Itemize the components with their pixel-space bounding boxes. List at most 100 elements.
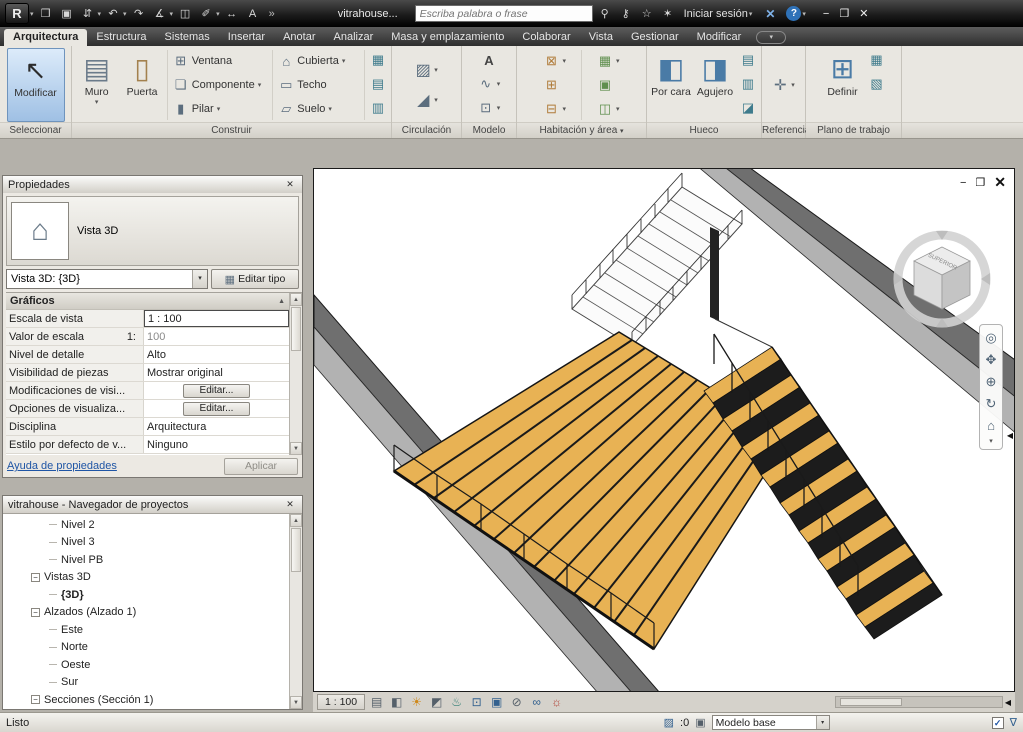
properties-title-bar[interactable]: Propiedades ✕	[3, 176, 302, 193]
sign-in-arrow-icon[interactable]: ▾	[749, 10, 753, 18]
edit-button[interactable]: Editar...	[183, 384, 251, 398]
visor-plano-icon[interactable]: ▧	[866, 72, 888, 96]
tab-modificar[interactable]: Modificar	[688, 29, 751, 46]
property-value[interactable]: Ninguno	[144, 436, 289, 453]
visual-style-icon[interactable]: ◧	[388, 695, 405, 709]
ribbon-display-toggle[interactable]: ▾	[756, 31, 786, 44]
scrollbar-collapse-icon[interactable]: ◀	[1007, 431, 1013, 440]
tree-item-3d[interactable]: {3D}	[3, 586, 289, 604]
tree-item-nivel-pb[interactable]: Nivel PB	[3, 551, 289, 569]
tab-colaborar[interactable]: Colaborar	[513, 29, 579, 46]
barandilla-button[interactable]: ▨ ▾	[412, 58, 441, 82]
reveal-hidden-icon[interactable]: ☼	[548, 695, 565, 709]
muro-button[interactable]: ▤ Muro ▾	[74, 48, 119, 122]
collapse-icon[interactable]: −	[31, 608, 40, 617]
scroll-down-icon[interactable]: ▼	[290, 696, 302, 709]
tree-item-nivel-2[interactable]: Nivel 2	[3, 516, 289, 534]
curtain-grid-icon[interactable]: ▤	[367, 72, 389, 96]
section-icon[interactable]: ◫	[176, 5, 194, 23]
dimension-icon[interactable]: ↔	[223, 5, 241, 23]
key-icon[interactable]: ⚷	[617, 5, 635, 23]
pan-icon[interactable]: ✥	[980, 349, 1002, 371]
view-close-button[interactable]: ✕	[994, 174, 1006, 191]
sparkle-icon[interactable]: ✶	[659, 5, 677, 23]
nav-wheel-icon[interactable]: ◎	[980, 327, 1002, 349]
binoculars-icon[interactable]: ⚲	[596, 5, 614, 23]
dropdown-arrow-icon[interactable]: ▾	[616, 57, 620, 65]
definir-button[interactable]: ⊞ Definir	[820, 48, 866, 122]
hueco-buhardilla-icon[interactable]: ◪	[737, 96, 759, 120]
search-input[interactable]	[415, 5, 593, 22]
tree-item-alzados[interactable]: − Alzados (Alzado 1)	[3, 604, 289, 622]
tab-vista[interactable]: Vista	[580, 29, 622, 46]
tree-item-este[interactable]: Este	[3, 621, 289, 639]
exchange-apps-icon[interactable]: ✕	[765, 7, 775, 21]
show-rendering-icon[interactable]: ♨	[448, 695, 465, 709]
panel-label-construir[interactable]: Construir	[72, 122, 391, 138]
dropdown-arrow-icon[interactable]: ▾	[95, 98, 99, 106]
pilar-button[interactable]: ▮ Pilar ▾	[170, 97, 271, 121]
combo-arrow-icon[interactable]: ▾	[192, 270, 207, 288]
type-combo[interactable]: Vista 3D: {3D} ▾	[6, 269, 208, 289]
tab-gestionar[interactable]: Gestionar	[622, 29, 688, 46]
tab-insertar[interactable]: Insertar	[219, 29, 274, 46]
dropdown-arrow-icon[interactable]: ▾	[170, 10, 174, 18]
sign-in-button[interactable]: Iniciar sesión	[684, 8, 748, 20]
panel-label-seleccionar[interactable]: Seleccionar	[0, 122, 71, 138]
area-button[interactable]: ▦ ▾	[594, 49, 623, 73]
tab-masa-y-emplazamiento[interactable]: Masa y emplazamiento	[382, 29, 513, 46]
unlocked-view-icon[interactable]: ⊘	[508, 695, 525, 709]
press-drag-checkbox[interactable]: ✓	[992, 717, 1004, 729]
app-menu-arrow-icon[interactable]: ▾	[30, 10, 34, 18]
dropdown-arrow-icon[interactable]: ▾	[497, 104, 501, 112]
redo-icon[interactable]: ↷	[130, 5, 148, 23]
navbar-more-icon[interactable]: ▾	[989, 437, 993, 447]
panel-dropdown-icon[interactable]: ▾	[620, 128, 624, 135]
apply-button[interactable]: Aplicar	[224, 458, 298, 475]
close-icon[interactable]: ✕	[283, 499, 297, 510]
tree-item-oeste[interactable]: Oeste	[3, 656, 289, 674]
dropdown-arrow-icon[interactable]: ▾	[123, 10, 127, 18]
etiqueta-area-button[interactable]: ◫ ▾	[594, 97, 623, 121]
help-arrow-icon[interactable]: ▾	[802, 10, 806, 18]
design-option-select[interactable]: Modelo base ▾	[712, 715, 830, 730]
dropdown-arrow-icon[interactable]: ▾	[342, 57, 346, 65]
tree-item-sur[interactable]: Sur	[3, 674, 289, 692]
mullion-icon[interactable]: ▥	[367, 96, 389, 120]
text-icon[interactable]: A	[244, 5, 262, 23]
horizontal-scrollbar[interactable]: ◀	[835, 696, 1011, 708]
scroll-left-icon[interactable]: ◀	[1005, 698, 1011, 707]
panel-label-referencia[interactable]: Referencia	[762, 122, 805, 138]
view-minimize-button[interactable]: −	[960, 177, 966, 189]
scroll-up-icon[interactable]: ▲	[290, 293, 302, 306]
minimize-button[interactable]: −	[823, 8, 829, 20]
maximize-button[interactable]: ❐	[839, 7, 849, 20]
dropdown-arrow-icon[interactable]: ▾	[562, 105, 566, 113]
property-value[interactable]: Arquitectura	[144, 418, 289, 435]
filter-icon[interactable]: ∇	[1010, 716, 1017, 729]
orbit-icon[interactable]: ↻	[980, 393, 1002, 415]
measure-icon[interactable]: ✐	[197, 5, 215, 23]
properties-scrollbar[interactable]: ▲ ▼	[289, 293, 302, 455]
collapse-icon[interactable]: −	[31, 573, 40, 582]
dropdown-arrow-icon[interactable]: ▾	[434, 66, 438, 74]
panel-label-hueco[interactable]: Hueco	[647, 122, 761, 138]
scroll-thumb[interactable]	[840, 698, 902, 706]
print-icon[interactable]: ⇵	[79, 5, 97, 23]
tab-analizar[interactable]: Analizar	[325, 29, 383, 46]
browser-title-bar[interactable]: vitrahouse - Navegador de proyectos ✕	[3, 496, 302, 513]
edit-type-button[interactable]: ▦ Editar tipo	[211, 269, 299, 289]
tree-item-nivel-3[interactable]: Nivel 3	[3, 534, 289, 552]
dropdown-arrow-icon[interactable]: ▾	[434, 96, 438, 104]
zoom-icon[interactable]: ⊕	[980, 371, 1002, 393]
scroll-thumb[interactable]	[291, 528, 301, 572]
view-restore-button[interactable]: ❐	[975, 176, 985, 189]
habitacion-button[interactable]: ⊠ ▾	[540, 49, 569, 73]
property-value[interactable]: Alto	[144, 346, 289, 363]
close-icon[interactable]: ✕	[283, 179, 297, 190]
etiqueta-habitacion-button[interactable]: ⊟ ▾	[540, 97, 569, 121]
scroll-track[interactable]	[835, 696, 1003, 708]
dropdown-arrow-icon[interactable]: ▾	[562, 57, 566, 65]
componente-button[interactable]: ❏ Componente ▾	[170, 73, 271, 97]
hueco-vertical-icon[interactable]: ▥	[737, 72, 759, 96]
